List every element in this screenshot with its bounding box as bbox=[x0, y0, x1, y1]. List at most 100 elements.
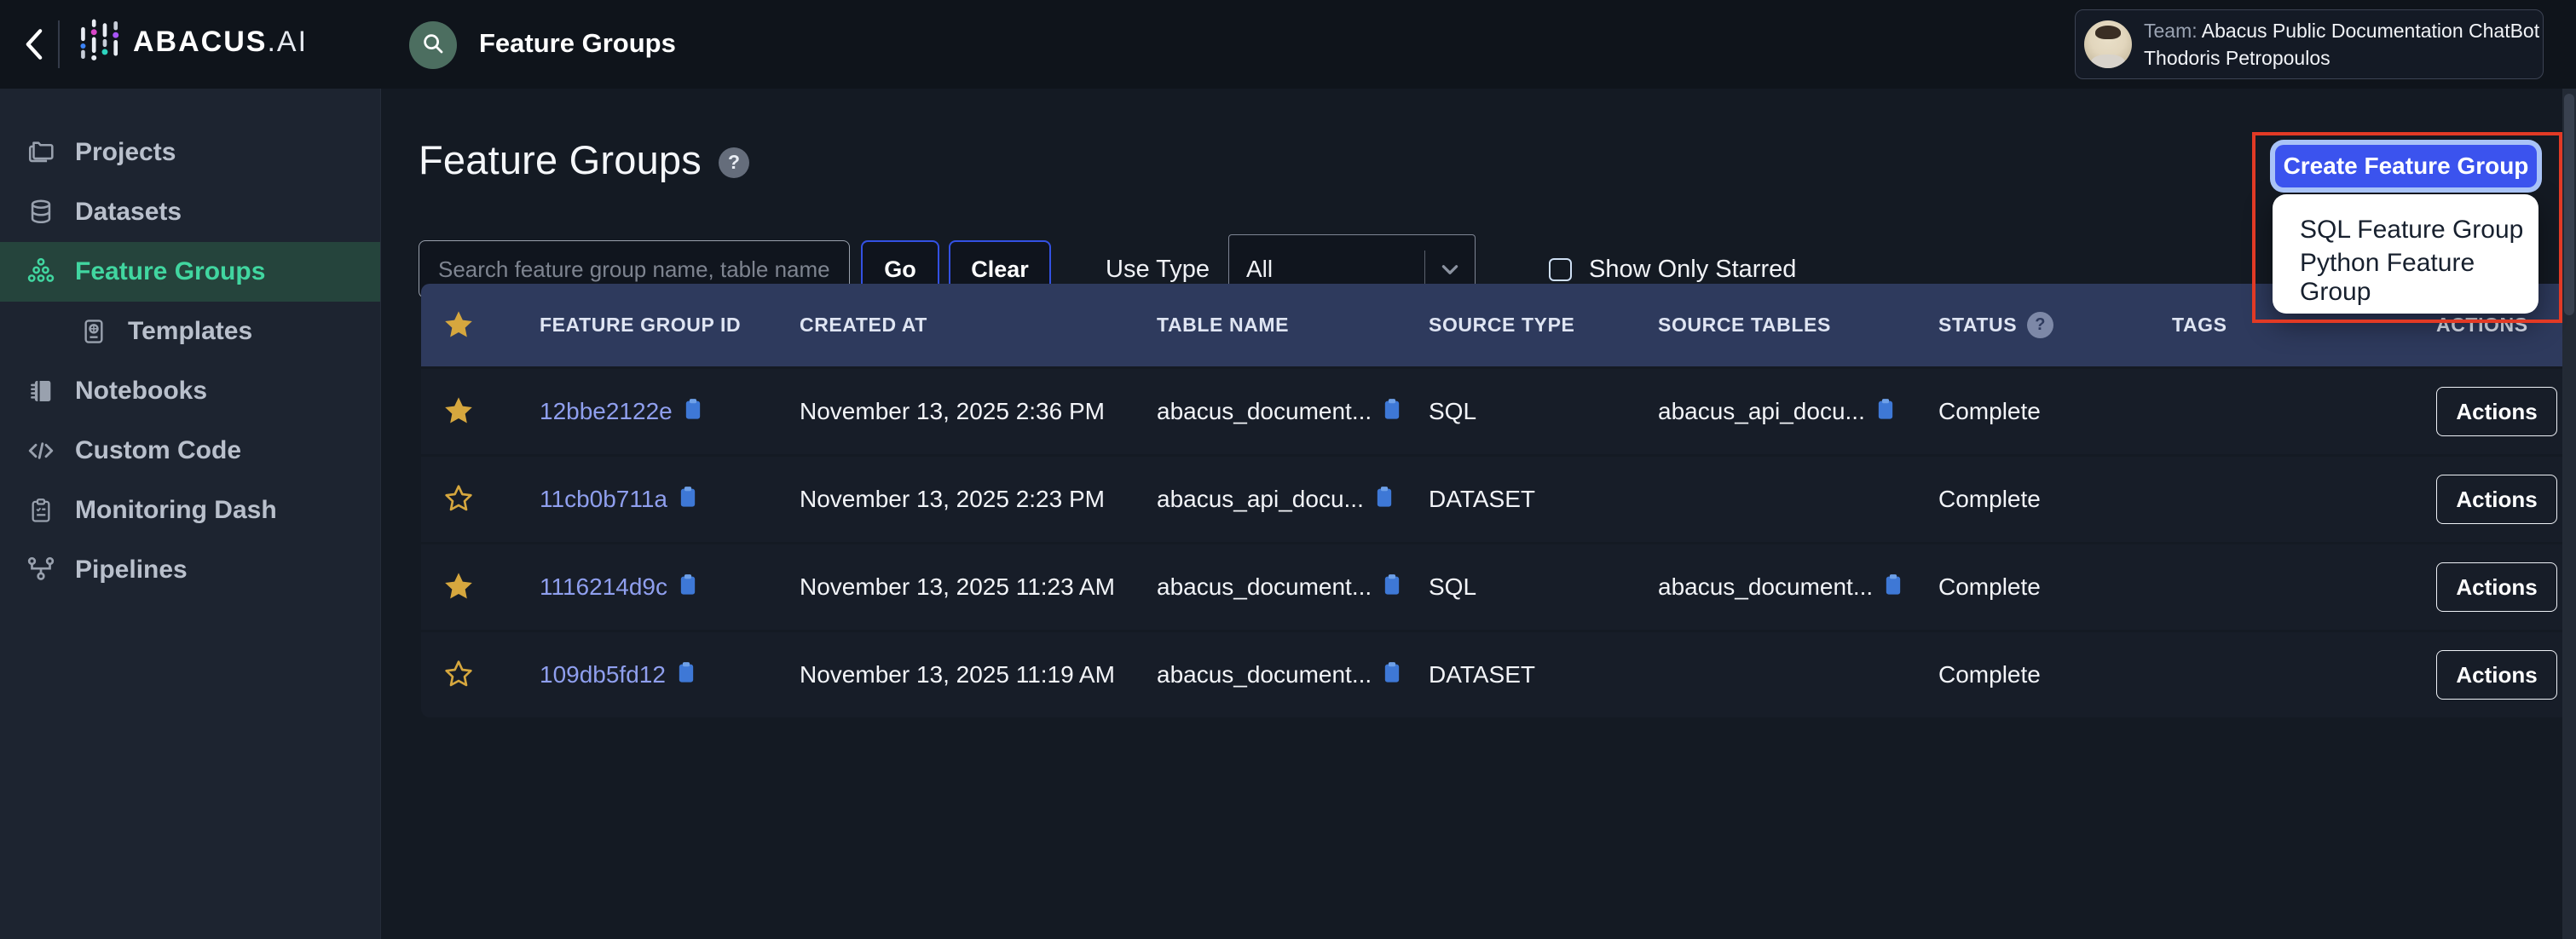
show-only-starred-checkbox[interactable] bbox=[1549, 258, 1572, 281]
create-feature-group-button[interactable]: Create Feature Group bbox=[2275, 145, 2537, 187]
status-cell: Complete bbox=[1918, 486, 2151, 513]
show-only-starred-toggle[interactable]: Show Only Starred bbox=[1549, 256, 1796, 284]
row-actions-button[interactable]: Actions bbox=[2436, 650, 2557, 700]
sidebar-item-feature-groups[interactable]: Feature Groups bbox=[0, 242, 380, 302]
datasets-database-icon bbox=[26, 197, 56, 228]
status-cell: Complete bbox=[1918, 661, 2151, 688]
table-name-cell: abacus_document... bbox=[1136, 573, 1408, 602]
main-content: Feature Groups ? Go Clear Use Type All S… bbox=[382, 89, 2562, 939]
copy-icon[interactable] bbox=[1382, 660, 1402, 690]
table-name-cell: abacus_document... bbox=[1136, 660, 1408, 690]
copy-icon[interactable] bbox=[678, 573, 698, 602]
status-cell: Complete bbox=[1918, 573, 2151, 601]
source-type-cell: SQL bbox=[1408, 398, 1637, 425]
abacus-logo-mark-icon bbox=[77, 15, 121, 69]
col-table-name[interactable]: TABLE NAME bbox=[1136, 314, 1408, 337]
created-at-cell: November 13, 2025 2:23 PM bbox=[779, 486, 1136, 513]
pipelines-icon bbox=[26, 555, 56, 585]
sidebar-item-projects[interactable]: Projects bbox=[0, 123, 380, 182]
source-type-cell: DATASET bbox=[1408, 486, 1637, 513]
col-feature-group-id[interactable]: FEATURE GROUP ID bbox=[519, 314, 779, 337]
copy-icon[interactable] bbox=[1382, 573, 1402, 602]
sidebar-item-datasets[interactable]: Datasets bbox=[0, 182, 380, 242]
row-actions-button[interactable]: Actions bbox=[2436, 387, 2557, 436]
copy-icon[interactable] bbox=[1374, 485, 1395, 515]
team-account-chip[interactable]: Team: Abacus Public Documentation ChatBo… bbox=[2075, 9, 2544, 79]
col-source-type[interactable]: SOURCE TYPE bbox=[1408, 314, 1637, 337]
table-name-cell: abacus_document... bbox=[1136, 397, 1408, 427]
copy-icon[interactable] bbox=[678, 485, 698, 515]
status-help-icon[interactable]: ? bbox=[2027, 312, 2053, 338]
templates-icon bbox=[78, 316, 109, 347]
col-source-tables[interactable]: SOURCE TABLES bbox=[1637, 314, 1918, 337]
table-row: 12bbe2122e November 13, 2025 2:36 PM aba… bbox=[421, 369, 2563, 454]
copy-icon[interactable] bbox=[676, 660, 696, 690]
col-status[interactable]: STATUS? bbox=[1918, 312, 2151, 338]
menu-item-python-feature-group[interactable]: Python Feature Group bbox=[2273, 254, 2538, 302]
sidebar-item-notebooks[interactable]: Notebooks bbox=[0, 361, 380, 421]
feature-group-id-cell: 11cb0b711a bbox=[519, 485, 779, 515]
created-at-cell: November 13, 2025 11:23 AM bbox=[779, 573, 1136, 601]
source-type-cell: DATASET bbox=[1408, 661, 1637, 688]
copy-icon[interactable] bbox=[683, 397, 703, 427]
col-tags[interactable]: TAGS bbox=[2151, 314, 2416, 337]
chevron-down-icon bbox=[1425, 258, 1475, 280]
row-star-toggle[interactable] bbox=[421, 658, 519, 692]
status-cell: Complete bbox=[1918, 398, 2151, 425]
source-type-cell: SQL bbox=[1408, 573, 1637, 601]
col-created-at[interactable]: CREATED AT bbox=[779, 314, 1136, 337]
abacus-app: ABACUS.AI Feature Groups Team: Abacus Pu… bbox=[0, 0, 2576, 939]
sidebar-item-label: Monitoring Dash bbox=[75, 496, 277, 525]
feature-groups-cluster-icon bbox=[26, 256, 56, 287]
show-only-starred-label: Show Only Starred bbox=[1589, 256, 1796, 284]
use-type-selected-value: All bbox=[1229, 256, 1424, 283]
sidebar-item-custom-code[interactable]: Custom Code bbox=[0, 421, 380, 481]
copy-icon[interactable] bbox=[1883, 573, 1903, 602]
copy-icon[interactable] bbox=[1382, 397, 1402, 427]
custom-code-icon bbox=[26, 435, 56, 466]
sidebar-item-templates[interactable]: Templates bbox=[0, 302, 380, 361]
sidebar-item-label: Templates bbox=[128, 317, 252, 346]
row-actions-button[interactable]: Actions bbox=[2436, 475, 2557, 524]
sidebar-item-label: Projects bbox=[75, 138, 176, 167]
user-avatar bbox=[2084, 20, 2132, 68]
table-row: 1116214d9c November 13, 2025 11:23 AM ab… bbox=[421, 544, 2563, 630]
back-button[interactable] bbox=[15, 26, 53, 63]
user-name-label: Thodoris Petropoulos bbox=[2144, 44, 2539, 72]
vertical-scrollbar[interactable] bbox=[2562, 89, 2576, 939]
sidebar-item-label: Notebooks bbox=[75, 377, 207, 406]
use-type-label: Use Type bbox=[1106, 256, 1210, 284]
sidebar-item-monitoring-dash[interactable]: Monitoring Dash bbox=[0, 481, 380, 540]
row-star-toggle[interactable] bbox=[421, 395, 519, 429]
sidebar-nav: Projects Datasets Feature Groups Templat… bbox=[0, 89, 381, 939]
row-star-toggle[interactable] bbox=[421, 570, 519, 604]
sidebar-item-label: Pipelines bbox=[75, 556, 188, 585]
copy-icon[interactable] bbox=[1875, 397, 1896, 427]
projects-folder-icon bbox=[26, 137, 56, 168]
feature-group-id-cell: 109db5fd12 bbox=[519, 660, 779, 690]
abacus-logo-text: ABACUS.AI bbox=[133, 26, 308, 59]
feature-groups-table: FEATURE GROUP ID CREATED AT TABLE NAME S… bbox=[421, 284, 2563, 717]
global-search-button[interactable] bbox=[409, 21, 457, 69]
page-help-icon[interactable]: ? bbox=[719, 147, 749, 178]
star-column-header[interactable] bbox=[421, 308, 519, 343]
col-actions: ACTIONS bbox=[2416, 314, 2576, 337]
row-star-toggle[interactable] bbox=[421, 482, 519, 516]
source-tables-cell: abacus_document... bbox=[1637, 573, 1918, 602]
topbar-page-title: Feature Groups bbox=[479, 28, 676, 59]
table-name-cell: abacus_api_docu... bbox=[1136, 485, 1408, 515]
table-row: 11cb0b711a November 13, 2025 2:23 PM aba… bbox=[421, 457, 2563, 542]
row-actions-button[interactable]: Actions bbox=[2436, 562, 2557, 612]
create-feature-group-menu: SQL Feature GroupPython Feature Group bbox=[2273, 194, 2538, 314]
monitoring-dash-icon bbox=[26, 495, 56, 526]
scrollbar-thumb[interactable] bbox=[2564, 94, 2574, 315]
topbar-divider bbox=[58, 20, 60, 68]
created-at-cell: November 13, 2025 2:36 PM bbox=[779, 398, 1136, 425]
abacus-logo[interactable]: ABACUS.AI bbox=[77, 15, 308, 69]
sidebar-item-pipelines[interactable]: Pipelines bbox=[0, 540, 380, 600]
source-tables-cell: abacus_api_docu... bbox=[1637, 397, 1918, 427]
page-title: Feature Groups bbox=[419, 136, 702, 183]
menu-item-sql-feature-group[interactable]: SQL Feature Group bbox=[2273, 206, 2538, 254]
feature-group-id-cell: 12bbe2122e bbox=[519, 397, 779, 427]
sidebar-item-label: Datasets bbox=[75, 198, 182, 227]
